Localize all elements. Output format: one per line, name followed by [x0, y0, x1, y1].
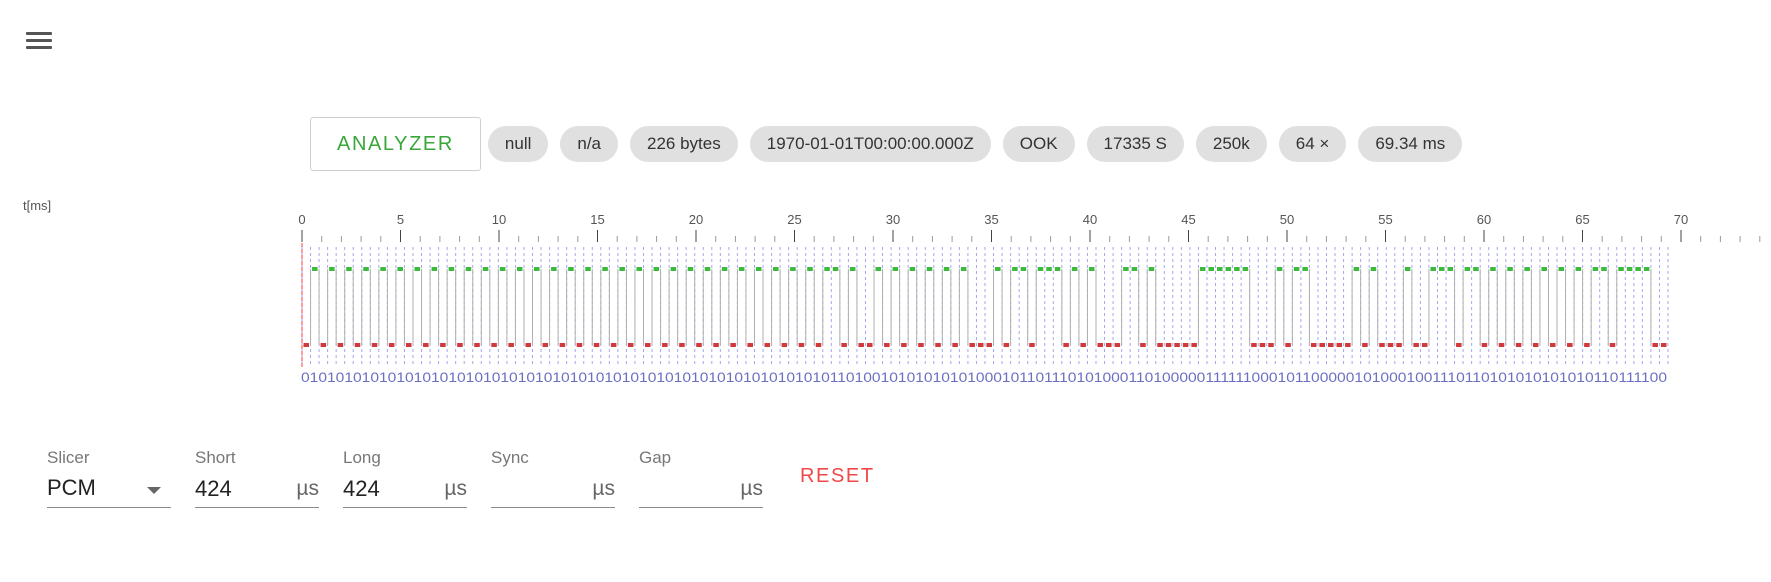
axis-tick-label: 0	[298, 212, 305, 227]
axis-tick-label: 40	[1083, 212, 1097, 227]
short-input[interactable]	[195, 475, 277, 503]
axis-tick-label: 5	[397, 212, 404, 227]
axis-tick-label: 20	[689, 212, 703, 227]
axis-tick-label: 10	[492, 212, 506, 227]
axis-tick-label: 70	[1674, 212, 1688, 227]
slicer-select[interactable]: Slicer PCM	[47, 448, 171, 508]
axis-tick-label: 15	[590, 212, 604, 227]
axis-tick-label: 30	[886, 212, 900, 227]
axis-tick-label: 60	[1477, 212, 1491, 227]
sync-input[interactable]	[491, 475, 573, 503]
axis-tick-label: 35	[984, 212, 998, 227]
sync-unit: µs	[592, 477, 615, 500]
long-input[interactable]	[343, 475, 425, 503]
axis-tick-label: 55	[1378, 212, 1392, 227]
sync-label: Sync	[491, 448, 529, 467]
caret-down-icon[interactable]	[147, 487, 161, 494]
axis-tick-label: 50	[1280, 212, 1294, 227]
short-unit: µs	[296, 477, 319, 500]
reset-button[interactable]: RESET	[794, 458, 881, 494]
short-field: Short µs	[195, 448, 319, 508]
long-label: Long	[343, 448, 381, 467]
decoded-bits: 0101010101010101010101010101010101010101…	[301, 370, 1667, 385]
axis-tick-label: 65	[1575, 212, 1589, 227]
gap-unit: µs	[740, 477, 763, 500]
signal-view[interactable]: 0 5 10 15 20 25 30 35 40 45 50 55 60 65 70 01010101010…	[0, 0, 1771, 400]
short-label: Short	[195, 448, 236, 467]
time-axis: 0 5 10 15 20 25 30 35 40 45 50 55 60 65 70	[298, 212, 1761, 242]
sync-field: Sync µs	[491, 448, 615, 508]
gap-field: Gap µs	[639, 448, 763, 508]
gap-input[interactable]	[639, 475, 721, 503]
slicer-value: PCM	[47, 475, 96, 500]
slicer-label: Slicer	[47, 448, 90, 467]
long-unit: µs	[444, 477, 467, 500]
gap-label: Gap	[639, 448, 672, 467]
axis-tick-label: 25	[787, 212, 801, 227]
long-field: Long µs	[343, 448, 467, 508]
axis-tick-label: 45	[1181, 212, 1195, 227]
